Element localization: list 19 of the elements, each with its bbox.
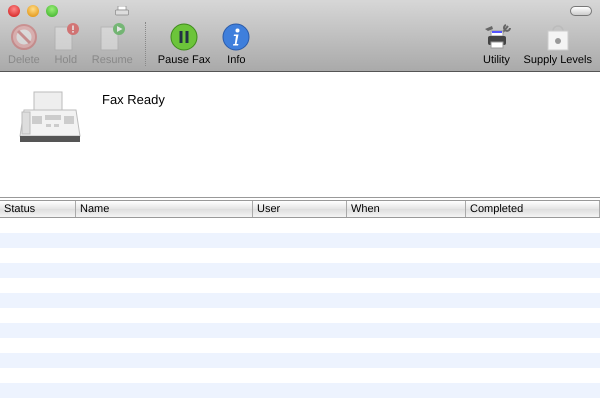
- column-header[interactable]: Name: [76, 201, 253, 217]
- info-icon: [222, 23, 250, 51]
- prohibited-icon: [10, 23, 38, 51]
- close-button[interactable]: [8, 5, 20, 17]
- column-header[interactable]: Status: [0, 201, 76, 217]
- toolbar-button[interactable]: Pause Fax: [154, 22, 214, 66]
- document-play-icon: [98, 22, 126, 52]
- toolbar-toggle-button[interactable]: [570, 6, 592, 16]
- toolbar-button[interactable]: Utility: [478, 22, 516, 66]
- toolbar-button[interactable]: Supply Levels: [520, 22, 596, 66]
- pause-icon: [170, 23, 198, 51]
- toolbar-button[interactable]: Info: [218, 22, 254, 66]
- status-message: Fax Ready: [102, 91, 165, 109]
- column-header[interactable]: When: [347, 201, 466, 217]
- column-header[interactable]: User: [253, 201, 347, 217]
- zoom-button[interactable]: [46, 5, 58, 17]
- document-alert-icon: [52, 22, 80, 52]
- printer-icon: [115, 6, 129, 16]
- column-header[interactable]: Completed: [466, 201, 600, 217]
